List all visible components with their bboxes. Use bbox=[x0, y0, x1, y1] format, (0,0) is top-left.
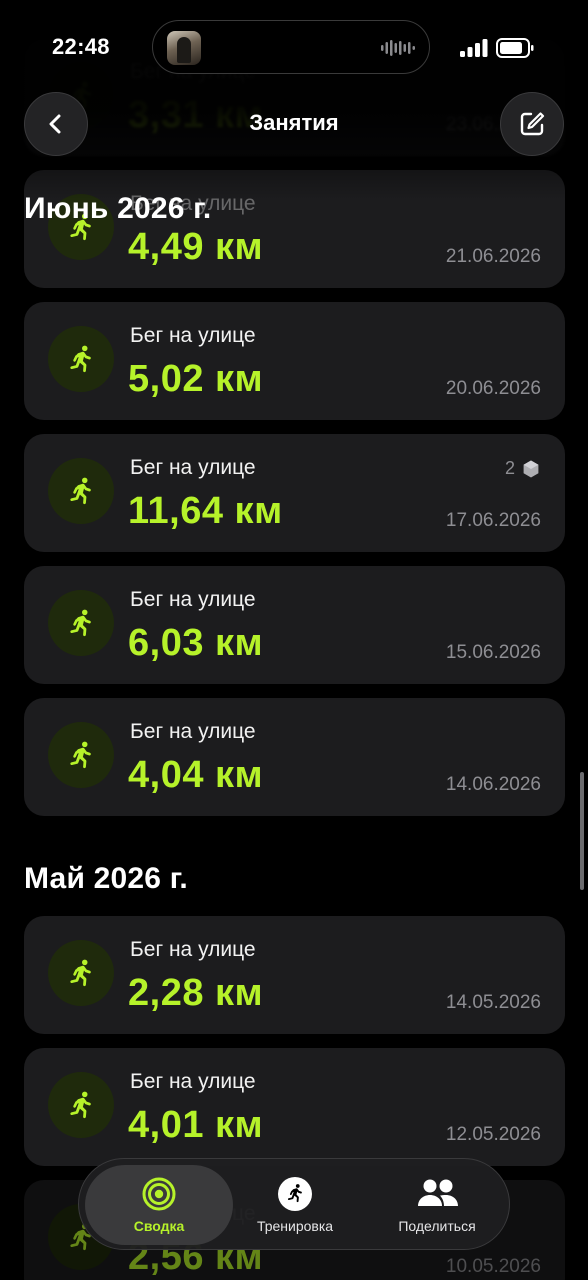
activity-icon-circle bbox=[48, 722, 114, 788]
activity-card[interactable]: Бег на улице 4,04 км 14.06.2026 bbox=[24, 698, 565, 816]
activity-distance: 2,28 км bbox=[128, 972, 264, 1014]
running-icon bbox=[70, 1091, 91, 1119]
tab-bar: Сводка Тренировка Поделиться bbox=[78, 1158, 510, 1250]
status-time: 22:48 bbox=[52, 34, 110, 59]
tab-summary-label: Сводка bbox=[133, 1218, 185, 1234]
tab-share[interactable]: Поделиться bbox=[369, 1165, 505, 1245]
activity-date: 14.06.2026 bbox=[445, 774, 541, 795]
activity-date: 15.06.2026 bbox=[445, 642, 541, 663]
tab-summary[interactable]: Сводка bbox=[85, 1165, 233, 1245]
hexagon-award-icon bbox=[523, 460, 539, 477]
activity-card[interactable]: Бег на улице 5,02 км 20.06.2026 bbox=[24, 302, 565, 420]
activity-distance: 4,01 км bbox=[128, 1104, 264, 1146]
cellular-signal-icon bbox=[460, 39, 488, 57]
now-playing-artwork bbox=[167, 31, 201, 65]
activity-distance: 4,04 км bbox=[128, 754, 264, 796]
running-icon bbox=[70, 609, 91, 637]
activity-distance: 11,64 км bbox=[128, 490, 283, 532]
edit-button[interactable] bbox=[500, 92, 564, 156]
activity-icon-circle bbox=[48, 940, 114, 1006]
people-icon bbox=[418, 1179, 458, 1206]
badge-group: 2 bbox=[505, 458, 541, 479]
activity-date: 14.05.2026 bbox=[445, 992, 541, 1013]
activity-type: Бег на улице bbox=[130, 1070, 256, 1093]
activity-icon-circle bbox=[48, 458, 114, 524]
status-bar: 22:48 bbox=[0, 0, 588, 96]
running-icon bbox=[70, 345, 91, 373]
badge-count: 2 bbox=[504, 458, 515, 478]
activity-type: Бег на улице bbox=[130, 456, 256, 479]
activity-rings-icon bbox=[142, 1177, 176, 1211]
activity-icon-circle bbox=[48, 326, 114, 392]
activity-card[interactable]: Бег на улице 4,49 км 21.06.2026 bbox=[24, 170, 565, 288]
activity-icon-circle bbox=[48, 1072, 114, 1138]
activity-distance: 4,49 км bbox=[128, 226, 264, 268]
activity-type: Бег на улице bbox=[130, 720, 256, 743]
activity-type: Бег на улице bbox=[130, 324, 256, 347]
running-icon bbox=[70, 477, 91, 505]
activity-type: Бег на улице bbox=[130, 588, 256, 611]
activity-card[interactable]: Бег на улице 11,64 км 2 17.06.2026 bbox=[24, 434, 565, 552]
tab-workout[interactable]: Тренировка bbox=[231, 1165, 359, 1245]
activity-type: Бег на улице bbox=[130, 938, 256, 961]
audio-waveform-icon bbox=[381, 40, 415, 56]
activity-date: 10.05.2026 bbox=[445, 1256, 541, 1277]
workout-runner-icon bbox=[278, 1177, 312, 1211]
running-icon bbox=[70, 959, 91, 987]
running-icon bbox=[70, 741, 91, 769]
activity-date: 20.06.2026 bbox=[445, 378, 541, 399]
activities-list[interactable]: Бег на улице 3,31 км 23.06.2026 Бег на у… bbox=[0, 0, 588, 1280]
activity-icon-circle bbox=[48, 590, 114, 656]
activity-card[interactable]: Бег на улице 6,03 км 15.06.2026 bbox=[24, 566, 565, 684]
tab-workout-label: Тренировка bbox=[256, 1218, 334, 1234]
section-title-june: Июнь 2026 г. bbox=[24, 192, 212, 225]
activity-date: 21.06.2026 bbox=[445, 246, 541, 267]
compose-icon bbox=[520, 112, 545, 136]
section-title-may: Май 2026 г. bbox=[24, 862, 188, 895]
dynamic-island[interactable] bbox=[152, 20, 430, 74]
battery-icon bbox=[496, 38, 534, 58]
activity-date: 17.06.2026 bbox=[445, 510, 541, 531]
activity-date: 12.05.2026 bbox=[445, 1124, 541, 1145]
scrollbar[interactable] bbox=[580, 772, 584, 890]
tab-share-label: Поделиться bbox=[398, 1218, 476, 1234]
activity-card[interactable]: Бег на улице 2,28 км 14.05.2026 bbox=[24, 916, 565, 1034]
activity-distance: 6,03 км bbox=[128, 622, 264, 664]
activity-card[interactable]: Бег на улице 4,01 км 12.05.2026 bbox=[24, 1048, 565, 1166]
activity-distance: 5,02 км bbox=[128, 358, 264, 400]
